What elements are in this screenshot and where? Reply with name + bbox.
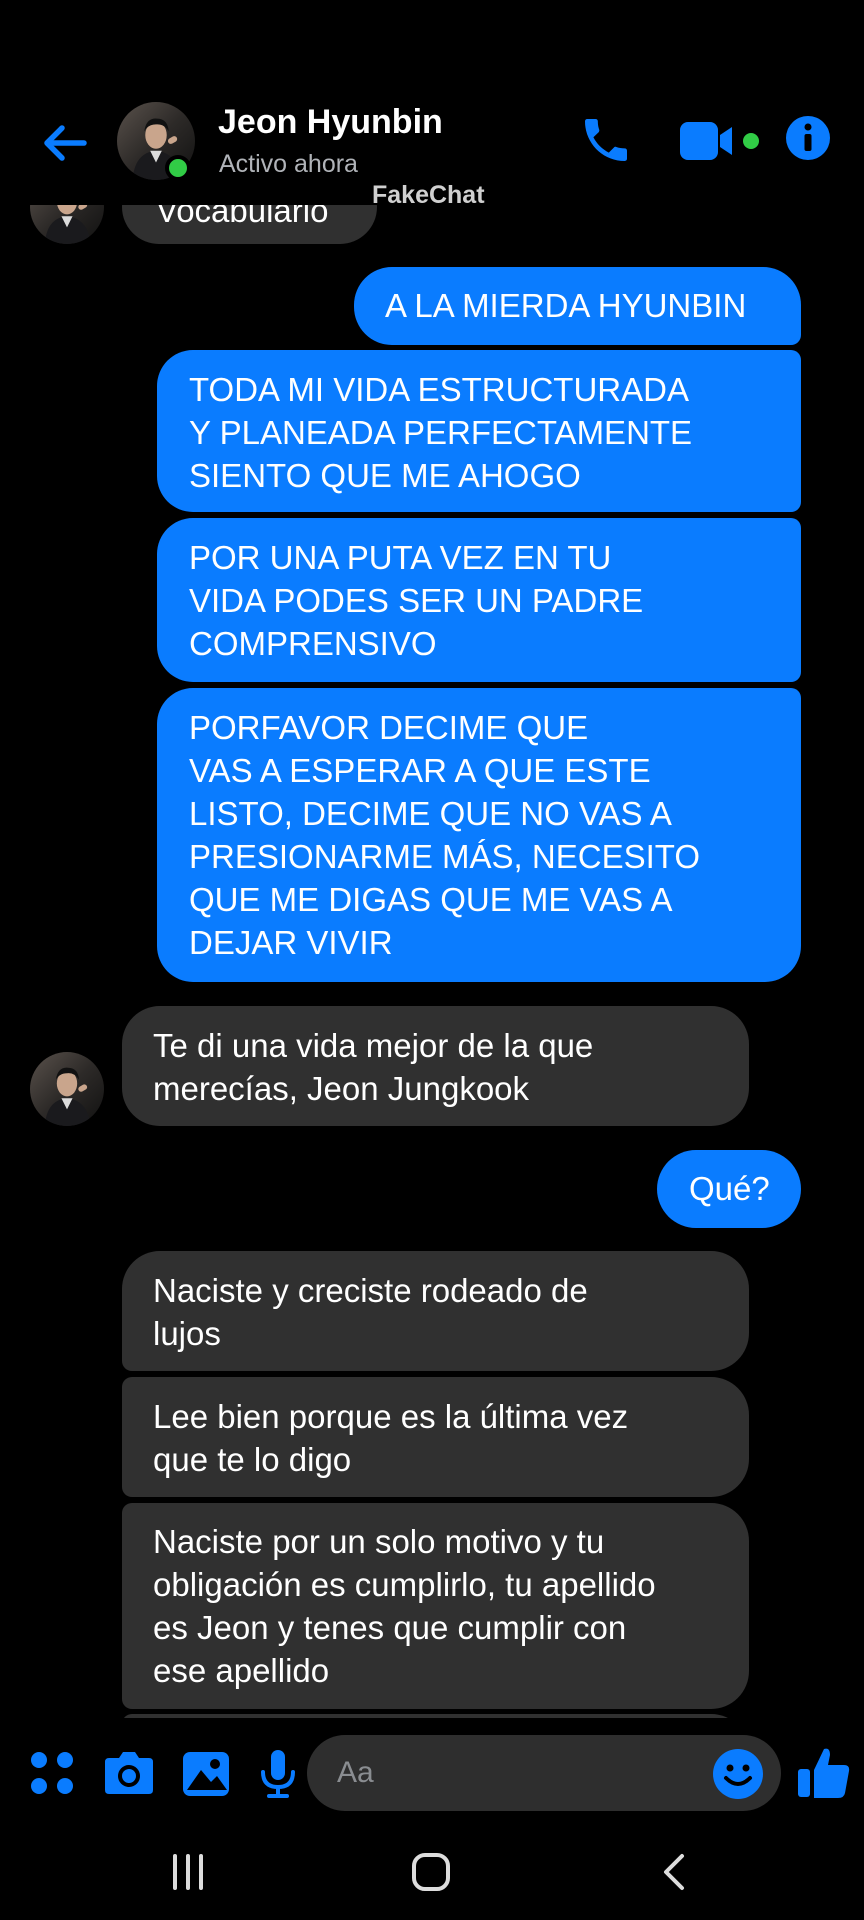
camera-icon[interactable] bbox=[101, 1746, 157, 1802]
message-bubble-outgoing[interactable]: A LA MIERDA HYUNBIN bbox=[354, 267, 801, 345]
contact-name[interactable]: Jeon Hyunbin bbox=[218, 103, 443, 142]
message-bubble-outgoing[interactable]: Qué? bbox=[657, 1150, 801, 1228]
message-bubble-outgoing[interactable]: POR UNA PUTA VEZ EN TU VIDA PODES SER UN… bbox=[157, 518, 801, 682]
recent-apps-icon[interactable] bbox=[166, 1850, 210, 1894]
message-bubble-incoming[interactable]: Naciste por un solo motivo y tu obligaci… bbox=[122, 1503, 749, 1709]
contact-avatar[interactable] bbox=[30, 1052, 104, 1126]
message-input[interactable] bbox=[307, 1735, 781, 1811]
message-bubble-outgoing[interactable]: PORFAVOR DECIME QUE VAS A ESPERAR A QUE … bbox=[157, 688, 801, 982]
phone-icon[interactable] bbox=[578, 112, 634, 168]
chat-header: Jeon Hyunbin Activo ahora bbox=[0, 0, 864, 205]
emoji-icon[interactable] bbox=[711, 1747, 765, 1801]
message-bubble-incoming[interactable]: Lee bien porque es la última vez que te … bbox=[122, 1377, 749, 1497]
arrow-left-icon[interactable] bbox=[40, 118, 90, 168]
contact-status: Activo ahora bbox=[219, 150, 358, 178]
home-icon[interactable] bbox=[410, 1851, 452, 1893]
thumbs-up-icon[interactable] bbox=[796, 1743, 852, 1801]
message-bubble-outgoing[interactable]: TODA MI VIDA ESTRUCTURADA Y PLANEADA PER… bbox=[157, 350, 801, 512]
message-bubble-incoming[interactable]: Te di una vida mejor de la que merecías,… bbox=[122, 1006, 749, 1126]
microphone-icon[interactable] bbox=[250, 1745, 306, 1801]
video-camera-icon[interactable] bbox=[678, 118, 762, 164]
gallery-icon[interactable] bbox=[179, 1746, 235, 1802]
system-nav-bar bbox=[0, 1828, 864, 1920]
back-icon[interactable] bbox=[656, 1850, 692, 1894]
online-status-dot bbox=[165, 155, 191, 181]
info-icon[interactable] bbox=[784, 114, 832, 162]
apps-grid-icon[interactable] bbox=[24, 1745, 80, 1801]
message-bubble-incoming[interactable]: Naciste y creciste rodeado de lujos bbox=[122, 1251, 749, 1371]
watermark: FakeChat bbox=[372, 181, 485, 209]
